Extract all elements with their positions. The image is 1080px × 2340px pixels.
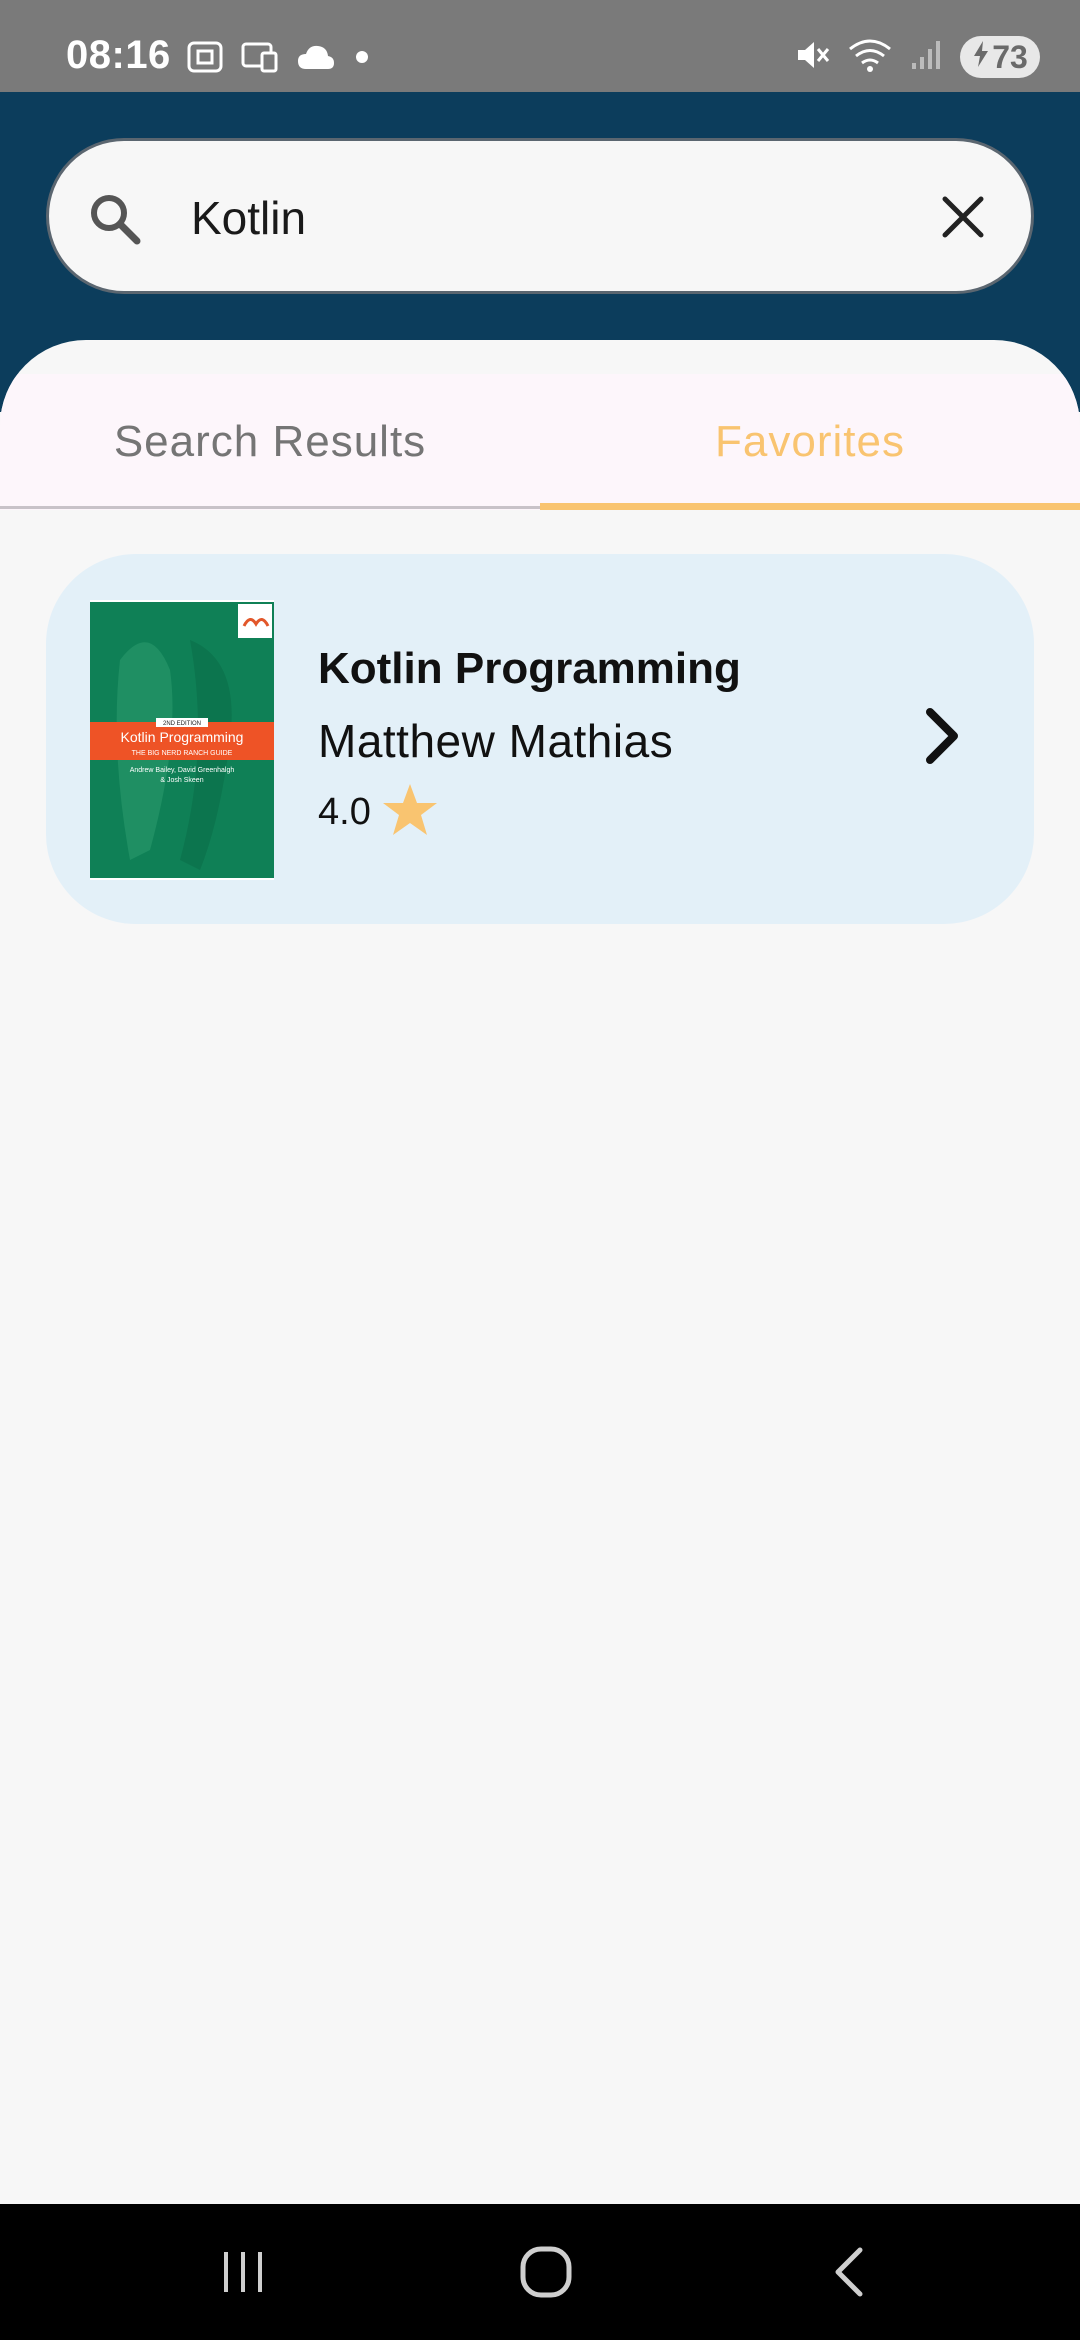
screenshot-icon <box>186 40 224 74</box>
tab-favorites[interactable]: Favorites <box>540 374 1080 510</box>
rating-value: 4.0 <box>318 791 371 833</box>
battery-level: 73 <box>992 38 1028 75</box>
book-cover: 2ND EDITION Kotlin Programming THE BIG N… <box>90 600 274 880</box>
status-time: 08:16 <box>66 33 171 77</box>
dot-icon <box>352 47 372 67</box>
book-card[interactable]: 2ND EDITION Kotlin Programming THE BIG N… <box>46 554 1034 924</box>
wifi-icon <box>848 37 892 78</box>
mute-icon <box>794 37 830 78</box>
tab-indicator <box>540 503 1080 510</box>
tab-search-results[interactable]: Search Results <box>0 374 540 510</box>
navigation-bar <box>0 2204 1080 2340</box>
charging-icon <box>972 39 990 76</box>
back-icon[interactable] <box>826 2244 870 2305</box>
cover-subtitle: THE BIG NERD RANCH GUIDE <box>132 750 233 757</box>
search-input[interactable]: Kotlin <box>191 191 306 245</box>
cover-title: Kotlin Programming <box>121 729 244 745</box>
cast-icon <box>240 41 280 73</box>
status-left-icons <box>186 40 372 74</box>
home-icon[interactable] <box>518 2244 574 2305</box>
status-right-icons: 73 <box>794 36 1040 78</box>
search-bar[interactable]: Kotlin <box>46 138 1034 294</box>
status-bar: 08:16 73 <box>0 0 1080 92</box>
star-icon <box>381 782 439 843</box>
recent-apps-icon[interactable] <box>218 2244 268 2305</box>
tab-bar: Search Results Favorites <box>0 374 1080 510</box>
battery-indicator: 73 <box>960 36 1040 78</box>
cover-edition: 2ND EDITION <box>163 721 201 727</box>
cloud-icon <box>296 43 336 71</box>
book-author: Matthew Mathias <box>318 715 674 767</box>
search-icon <box>85 189 145 254</box>
book-title: Kotlin Programming <box>318 644 741 693</box>
cover-authors-1: Andrew Bailey, David Greenhalgh <box>130 767 235 774</box>
chevron-right-icon[interactable] <box>920 706 964 771</box>
rating: 4.0 <box>318 782 439 843</box>
signal-icon <box>910 39 942 76</box>
cover-authors-2: & Josh Skeen <box>160 777 203 784</box>
close-icon[interactable] <box>935 189 991 250</box>
